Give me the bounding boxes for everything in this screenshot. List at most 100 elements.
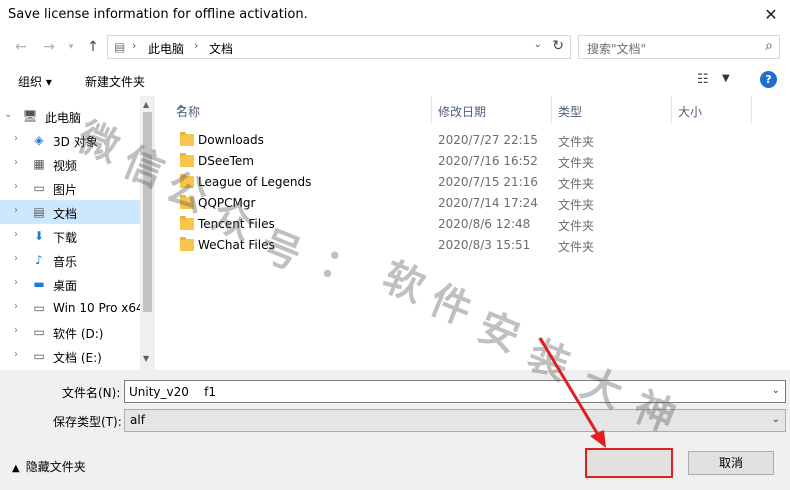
file-date: 2020/7/14 17:24 xyxy=(438,196,538,210)
desktop-icon: ▬ xyxy=(33,277,45,291)
file-list: 名称 ^ 修改日期 类型 大小 Downloads 2020/7/27 22:15… xyxy=(156,96,790,370)
file-row[interactable]: Downloads 2020/7/27 22:15 文件夹 xyxy=(170,130,770,151)
file-type: 文件夹 xyxy=(558,240,595,254)
file-row[interactable]: DSeeTem 2020/7/16 16:52 文件夹 xyxy=(170,151,770,172)
folder-icon xyxy=(180,216,194,230)
filename-field[interactable]: ⌄ xyxy=(124,380,786,403)
file-row[interactable]: League of Legends 2020/7/15 21:16 文件夹 xyxy=(170,172,770,193)
filename-dropdown-icon[interactable]: ⌄ xyxy=(772,385,780,396)
breadcrumb-separator-icon[interactable]: › xyxy=(132,39,136,52)
nav-item[interactable]: › ▭ 软件 (D:) xyxy=(0,320,140,344)
file-type: 文件夹 xyxy=(558,198,595,212)
navigation-scrollbar[interactable]: ▲ ▼ xyxy=(140,96,155,370)
nav-item[interactable]: › ▤ 文档 xyxy=(0,200,140,224)
file-type: 文件夹 xyxy=(558,177,595,191)
file-name: WeChat Files xyxy=(198,238,275,252)
scroll-up-icon[interactable]: ▲ xyxy=(143,100,149,109)
3d-objects-icon: ◈ xyxy=(34,133,44,147)
nav-item[interactable]: › ♪ 音乐 xyxy=(0,248,140,272)
filetype-label: 保存类型(T): xyxy=(53,415,122,429)
nav-item[interactable]: › ▭ 图片 xyxy=(0,176,140,200)
nav-item-label: 文档 xyxy=(53,207,78,221)
chevron-right-icon[interactable]: › xyxy=(14,181,18,192)
file-name: Tencent Files xyxy=(198,217,275,231)
save-button[interactable]: 保存(S) xyxy=(588,451,670,475)
nav-item[interactable]: › ▭ Win 10 Pro x64 xyxy=(0,296,144,320)
video-icon: ▦ xyxy=(33,157,45,171)
folder-icon xyxy=(180,237,194,251)
chevron-right-icon[interactable]: › xyxy=(14,229,18,240)
file-row[interactable]: Tencent Files 2020/8/6 12:48 文件夹 xyxy=(170,214,770,235)
new-folder-button[interactable]: 新建文件夹 xyxy=(85,73,145,90)
file-type: 文件夹 xyxy=(558,156,595,170)
sort-ascending-icon: ^ xyxy=(176,103,187,117)
downloads-icon: ⬇ xyxy=(33,229,45,243)
column-header-type[interactable]: 类型 xyxy=(552,96,672,123)
column-header-date[interactable]: 修改日期 xyxy=(432,96,552,123)
nav-item-label: 软件 (D:) xyxy=(53,327,104,341)
up-arrow-icon[interactable]: ↑ xyxy=(84,38,102,56)
chevron-down-icon[interactable]: ⌄ xyxy=(4,109,12,120)
folder-icon xyxy=(180,132,194,146)
recent-locations-icon[interactable]: ▾ xyxy=(62,38,80,56)
nav-item-label: 视频 xyxy=(53,159,78,173)
file-type: 文件夹 xyxy=(558,135,595,149)
close-icon[interactable]: ✕ xyxy=(760,4,782,26)
file-row[interactable]: QQPCMgr 2020/7/14 17:24 文件夹 xyxy=(170,193,770,214)
column-header-size[interactable]: 大小 xyxy=(672,96,752,123)
nav-item[interactable]: › ⬇ 下载 xyxy=(0,224,140,248)
chevron-right-icon[interactable]: › xyxy=(14,301,18,312)
filename-input[interactable] xyxy=(129,384,749,400)
address-dropdown-icon[interactable]: ⌄ xyxy=(534,39,542,50)
forward-arrow-icon[interactable]: → xyxy=(40,38,58,56)
title-bar: Save license information for offline act… xyxy=(0,0,790,30)
breadcrumb-separator-icon[interactable]: › xyxy=(194,39,198,52)
chevron-right-icon[interactable]: › xyxy=(14,133,18,144)
scrollbar-thumb[interactable] xyxy=(143,112,152,312)
file-row[interactable]: WeChat Files 2020/8/3 15:51 文件夹 xyxy=(170,235,770,256)
music-icon: ♪ xyxy=(35,253,43,267)
file-name: League of Legends xyxy=(198,175,312,189)
breadcrumb-this-pc[interactable]: 此电脑 xyxy=(148,40,184,57)
dialog-title: Save license information for offline act… xyxy=(8,7,308,22)
nav-item[interactable]: › ▦ 视频 xyxy=(0,152,140,176)
scroll-down-icon[interactable]: ▼ xyxy=(143,354,149,363)
organize-menu[interactable]: 组织 ▾ xyxy=(18,73,52,90)
view-options-icon[interactable]: ☷ xyxy=(697,72,709,87)
command-bar: 组织 ▾ 新建文件夹 ☷ ▼ ? xyxy=(0,64,790,96)
nav-item[interactable]: › ▭ 文档 (E:) xyxy=(0,344,140,368)
cancel-button[interactable]: 取消 xyxy=(688,451,774,475)
search-input[interactable]: 搜索"文档" ⌕ xyxy=(578,35,780,59)
chevron-right-icon[interactable]: › xyxy=(14,277,18,288)
chevron-right-icon[interactable]: › xyxy=(14,349,18,360)
filetype-dropdown-icon[interactable]: ⌄ xyxy=(772,414,780,425)
breadcrumb-documents[interactable]: 文档 xyxy=(209,40,233,57)
nav-item[interactable]: › ◈ 3D 对象 xyxy=(0,128,140,152)
file-date: 2020/7/16 16:52 xyxy=(438,154,538,168)
search-placeholder: 搜索"文档" xyxy=(587,42,647,56)
file-date: 2020/7/15 21:16 xyxy=(438,175,538,189)
filetype-select[interactable]: alf ⌄ xyxy=(124,409,786,432)
column-header-name[interactable]: 名称 ^ xyxy=(170,96,432,123)
address-field[interactable]: ▤ › 此电脑 › 文档 ⌄ ↻ xyxy=(107,35,571,59)
chevron-right-icon[interactable]: › xyxy=(14,205,18,216)
search-icon[interactable]: ⌕ xyxy=(765,38,773,54)
hide-folders-toggle[interactable]: ▲ 隐藏文件夹 xyxy=(12,458,86,475)
chevron-right-icon[interactable]: › xyxy=(14,325,18,336)
drive-icon: ▭ xyxy=(33,349,45,363)
chevron-right-icon[interactable]: › xyxy=(14,157,18,168)
save-form-area: 文件名(N): ⌄ 保存类型(T): alf ⌄ ▲ 隐藏文件夹 保存(S) 取消 xyxy=(0,370,790,490)
file-date: 2020/7/27 22:15 xyxy=(438,133,538,147)
nav-item-label: 3D 对象 xyxy=(53,135,98,149)
refresh-icon[interactable]: ↻ xyxy=(552,38,564,54)
nav-item-label: Win 10 Pro x64 xyxy=(53,301,144,315)
back-arrow-icon[interactable]: ← xyxy=(12,38,30,56)
nav-item[interactable]: › ▬ 桌面 xyxy=(0,272,140,296)
file-name: Downloads xyxy=(198,133,264,147)
view-dropdown-icon[interactable]: ▼ xyxy=(722,73,730,84)
nav-item-label: 桌面 xyxy=(53,279,78,293)
chevron-right-icon[interactable]: › xyxy=(14,253,18,264)
nav-item[interactable]: ⌄ 🖥 此电脑 xyxy=(0,104,140,128)
help-icon[interactable]: ? xyxy=(760,71,777,88)
nav-item-label: 下载 xyxy=(53,231,78,245)
